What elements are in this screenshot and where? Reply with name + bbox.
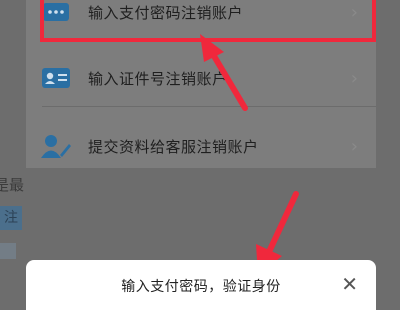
arrow-to-password-option xyxy=(200,34,248,111)
close-icon[interactable]: ✕ xyxy=(341,272,358,296)
verify-identity-dialog: 输入支付密码，验证身份 ✕ xyxy=(26,260,376,310)
annotation-arrows xyxy=(200,34,299,276)
dialog-title: 输入支付密码，验证身份 xyxy=(121,279,281,295)
